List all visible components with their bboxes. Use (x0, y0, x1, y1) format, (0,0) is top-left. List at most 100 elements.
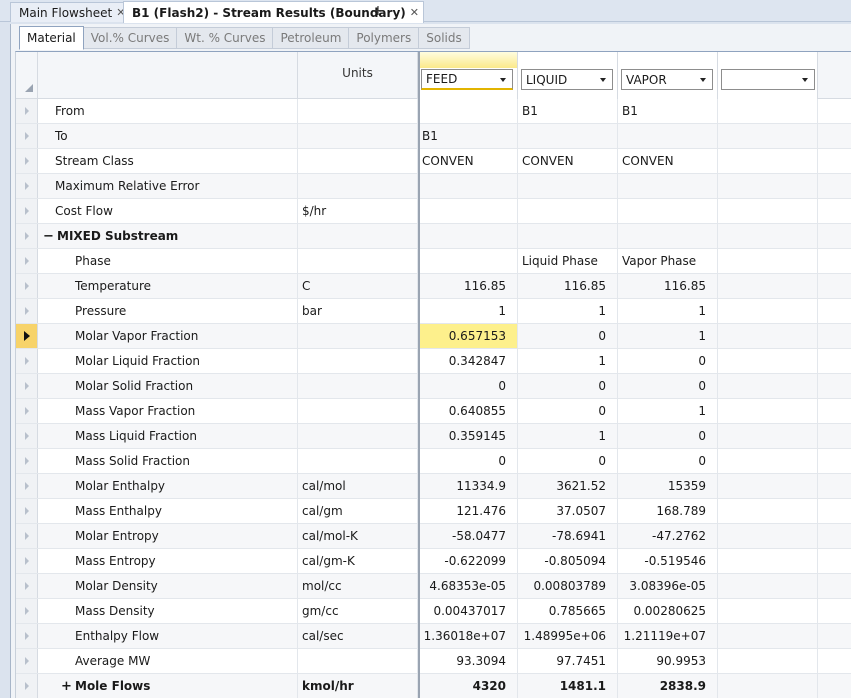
value-cell[interactable]: 1.36018e+07 (418, 624, 518, 648)
value-cell[interactable]: 116.85 (518, 274, 618, 298)
units-cell[interactable] (298, 349, 418, 373)
row-selector[interactable] (16, 99, 38, 123)
value-cell[interactable] (418, 199, 518, 223)
row-selector[interactable] (16, 374, 38, 398)
value-cell[interactable]: 0 (518, 324, 618, 348)
value-cell[interactable] (718, 624, 818, 648)
row-selector[interactable] (16, 349, 38, 373)
table-row[interactable]: Molar Enthalpy cal/mol 11334.9 3621.52 15359 (16, 474, 851, 499)
units-cell[interactable] (298, 124, 418, 148)
value-cell[interactable]: 116.85 (618, 274, 718, 298)
tab-petroleum[interactable]: Petroleum (273, 27, 350, 49)
value-cell[interactable] (418, 249, 518, 273)
value-cell[interactable]: 168.789 (618, 499, 718, 523)
units-cell[interactable] (298, 449, 418, 473)
value-cell[interactable] (518, 124, 618, 148)
units-cell[interactable]: C (298, 274, 418, 298)
value-cell[interactable] (618, 199, 718, 223)
value-cell[interactable] (418, 224, 518, 248)
value-cell[interactable] (718, 474, 818, 498)
units-cell[interactable]: cal/gm-K (298, 549, 418, 573)
value-cell[interactable] (718, 199, 818, 223)
table-row[interactable]: Temperature C 116.85 116.85 116.85 (16, 274, 851, 299)
value-cell[interactable]: 37.0507 (518, 499, 618, 523)
units-cell[interactable] (298, 399, 418, 423)
units-cell[interactable]: cal/sec (298, 624, 418, 648)
value-cell[interactable]: -0.519546 (618, 549, 718, 573)
table-row[interactable]: Molar Density mol/cc 4.68353e-05 0.00803789… (16, 574, 851, 599)
table-row[interactable]: Mass Vapor Fraction 0.640855 0 1 (16, 399, 851, 424)
value-cell[interactable]: 0 (618, 374, 718, 398)
value-cell[interactable]: -47.2762 (618, 524, 718, 548)
table-row[interactable]: Mass Liquid Fraction 0.359145 1 0 (16, 424, 851, 449)
row-selector[interactable] (16, 524, 38, 548)
row-selector[interactable] (16, 124, 38, 148)
tab-main-flowsheet[interactable]: Main Flowsheet ✕ (10, 2, 131, 22)
units-cell[interactable]: kmol/hr (298, 674, 418, 698)
value-cell[interactable]: 4320 (418, 674, 518, 698)
value-cell[interactable]: 0.359145 (418, 424, 518, 448)
units-cell[interactable] (298, 249, 418, 273)
value-cell[interactable] (718, 424, 818, 448)
value-cell[interactable]: CONVEN (418, 149, 518, 173)
value-cell[interactable] (718, 149, 818, 173)
value-cell[interactable]: Vapor Phase (618, 249, 718, 273)
value-cell[interactable] (718, 649, 818, 673)
collapse-icon[interactable]: − (43, 229, 55, 244)
value-cell[interactable]: CONVEN (618, 149, 718, 173)
value-cell[interactable]: 1 (518, 299, 618, 323)
value-cell[interactable]: 1481.1 (518, 674, 618, 698)
table-row[interactable]: Mass Density gm/cc 0.00437017 0.785665 0.002… (16, 599, 851, 624)
row-selector[interactable] (16, 149, 38, 173)
value-cell[interactable]: 0.00803789 (518, 574, 618, 598)
value-cell[interactable] (518, 174, 618, 198)
table-row[interactable]: Molar Entropy cal/mol-K -58.0477 -78.6941 -4… (16, 524, 851, 549)
row-selector[interactable] (16, 299, 38, 323)
units-cell[interactable] (298, 374, 418, 398)
row-selector[interactable] (16, 599, 38, 623)
value-cell[interactable] (518, 224, 618, 248)
row-selector[interactable] (16, 449, 38, 473)
table-row[interactable]: Molar Solid Fraction 0 0 0 (16, 374, 851, 399)
units-cell[interactable]: cal/mol-K (298, 524, 418, 548)
value-cell[interactable] (618, 124, 718, 148)
value-cell[interactable] (718, 549, 818, 573)
value-cell[interactable] (718, 324, 818, 348)
tab-vol-curves[interactable]: Vol.% Curves (83, 27, 178, 49)
row-selector[interactable] (16, 249, 38, 273)
value-cell[interactable]: 97.7451 (518, 649, 618, 673)
value-cell[interactable]: 0 (518, 449, 618, 473)
table-row[interactable]: Mass Entropy cal/gm-K -0.622099 -0.805094 -0… (16, 549, 851, 574)
table-row[interactable]: Cost Flow $/hr (16, 199, 851, 224)
value-cell[interactable]: 11334.9 (418, 474, 518, 498)
value-cell[interactable]: 0 (418, 374, 518, 398)
row-selector[interactable] (16, 549, 38, 573)
units-cell[interactable] (298, 649, 418, 673)
value-cell[interactable]: 0 (418, 449, 518, 473)
close-icon[interactable]: ✕ (410, 6, 419, 19)
row-selector[interactable] (16, 624, 38, 648)
add-tab-icon[interactable]: + (370, 2, 386, 20)
value-cell[interactable]: 2838.9 (618, 674, 718, 698)
value-cell[interactable] (718, 374, 818, 398)
units-cell[interactable]: $/hr (298, 199, 418, 223)
value-cell[interactable]: 15359 (618, 474, 718, 498)
tab-polymers[interactable]: Polymers (349, 27, 420, 49)
value-cell[interactable]: 1.48995e+06 (518, 624, 618, 648)
units-cell[interactable] (298, 324, 418, 348)
value-cell[interactable]: 0.785665 (518, 599, 618, 623)
tab-material[interactable]: Material (19, 26, 84, 50)
table-row[interactable]: Maximum Relative Error (16, 174, 851, 199)
value-cell[interactable] (718, 274, 818, 298)
tab-wt-curves[interactable]: Wt. % Curves (177, 27, 274, 49)
units-cell[interactable] (298, 99, 418, 123)
value-cell[interactable] (718, 599, 818, 623)
row-selector[interactable] (16, 424, 38, 448)
value-cell[interactable]: B1 (518, 99, 618, 123)
value-cell[interactable] (418, 174, 518, 198)
value-cell[interactable]: 1.21119e+07 (618, 624, 718, 648)
value-cell[interactable]: 3621.52 (518, 474, 618, 498)
value-cell[interactable]: 1 (418, 299, 518, 323)
value-cell[interactable] (718, 224, 818, 248)
row-selector[interactable] (16, 399, 38, 423)
